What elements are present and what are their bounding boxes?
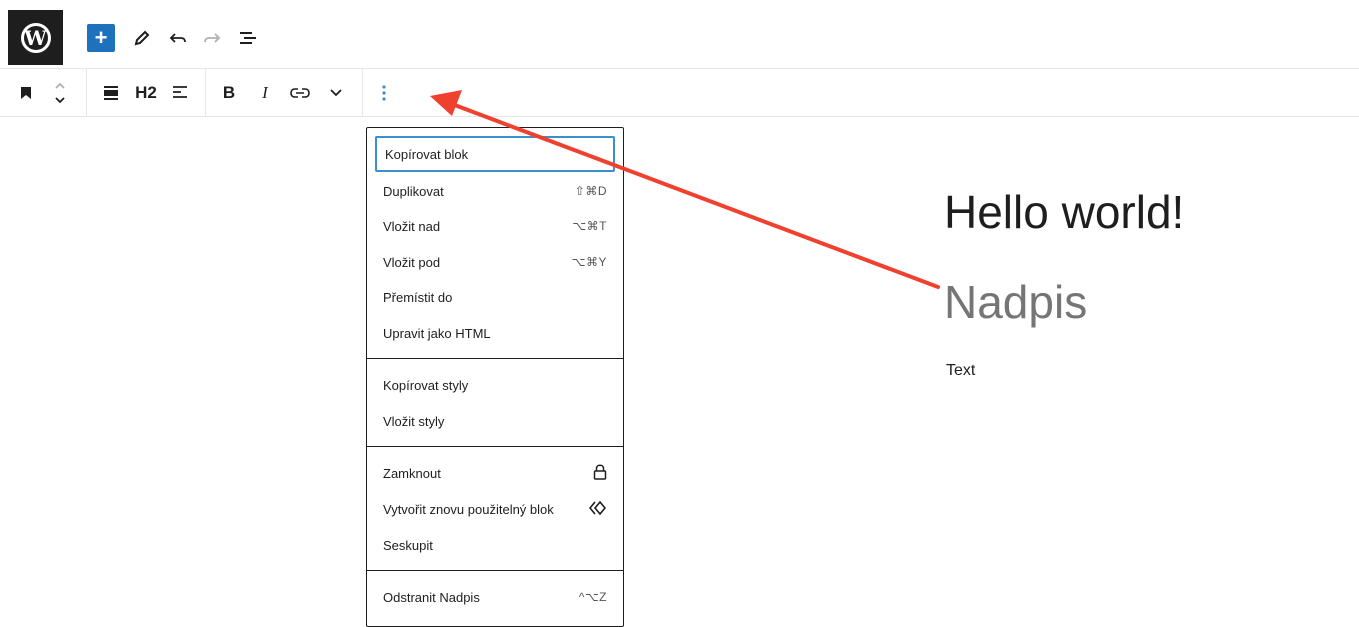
annotation-arrow	[430, 90, 940, 289]
